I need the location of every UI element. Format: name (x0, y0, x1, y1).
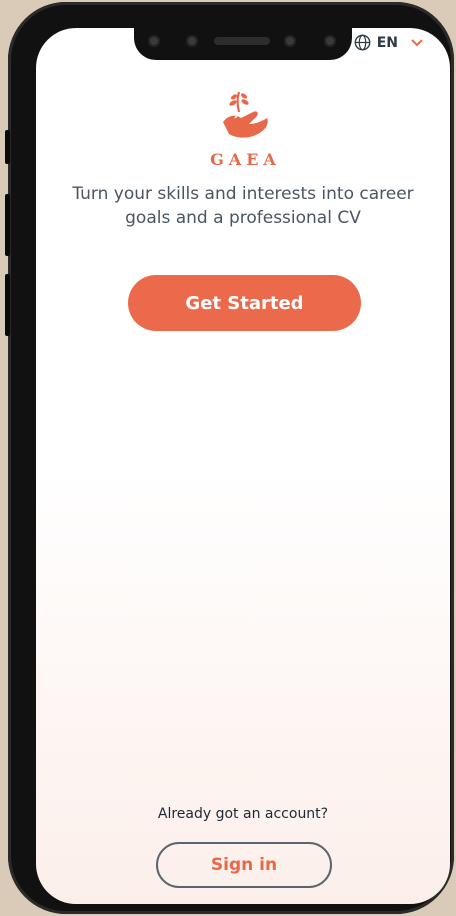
sensor-icon (148, 35, 160, 47)
camera-icon (186, 35, 198, 47)
device-notch (134, 28, 352, 60)
sign-in-button[interactable]: Sign in (156, 842, 332, 888)
mute-switch (5, 130, 10, 164)
globe-icon (354, 34, 371, 51)
earpiece-speaker (214, 37, 270, 45)
app-screen: EN GAEA Turn your skills and interests i… (36, 28, 450, 904)
brand-name: GAEA (210, 150, 281, 169)
tagline: Turn your skills and interests into care… (72, 184, 414, 228)
phone-frame: EN GAEA Turn your skills and interests i… (5, 2, 454, 914)
language-selector[interactable]: EN (354, 34, 424, 51)
get-started-button[interactable]: Get Started (128, 275, 361, 331)
language-code: EN (376, 34, 398, 51)
account-prompt: Already got an account? (157, 806, 329, 822)
brand-logo: GAEA (36, 88, 450, 169)
volume-down-button (5, 274, 10, 336)
sensor-icon (324, 35, 336, 47)
front-camera-icon (284, 35, 296, 47)
hand-with-sprout-logo-icon (223, 91, 268, 138)
chevron-down-icon (411, 38, 423, 46)
volume-up-button (5, 194, 10, 256)
